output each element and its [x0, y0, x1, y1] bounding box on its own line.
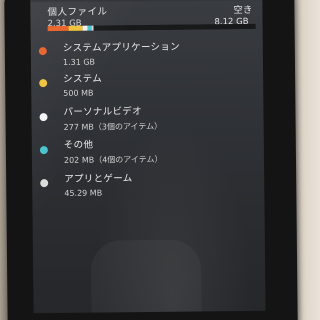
item-size: 202 MB（4個のアイテム）: [63, 154, 163, 165]
screen-reflection: [90, 239, 202, 314]
tablet-device: 個人ファイル 2.31 GB 空き 8.12 GB システムアプリケーション 1…: [4, 0, 298, 320]
item-size: 277 MB（3個のアイテム）: [63, 121, 163, 132]
tablet-screen: 個人ファイル 2.31 GB 空き 8.12 GB システムアプリケーション 1…: [30, 0, 266, 314]
photo: 個人ファイル 2.31 GB 空き 8.12 GB システムアプリケーション 1…: [0, 0, 320, 320]
item-name: システム: [63, 73, 103, 85]
color-dot-icon: [39, 113, 48, 122]
storage-item-system[interactable]: システム 500 MB: [39, 69, 259, 98]
item-size: 45.29 MB: [64, 188, 103, 198]
header-title: 個人ファイル: [47, 6, 108, 19]
color-dot-icon: [39, 146, 48, 155]
storage-segment-system-apps: [47, 25, 69, 32]
storage-item-personal-video[interactable]: パーソナルビデオ 277 MB（3個のアイテム）: [39, 102, 259, 132]
storage-segment-free: [93, 23, 256, 31]
free-space-label: 空き: [233, 4, 253, 17]
storage-usage-bar: [47, 23, 256, 32]
color-dot-icon: [40, 179, 49, 188]
item-name: システムアプリケーション: [62, 41, 180, 54]
item-size: 1.31 GB: [62, 57, 96, 67]
storage-item-apps-games[interactable]: アプリとゲーム 45.29 MB: [40, 169, 260, 198]
color-dot-icon: [39, 79, 48, 88]
item-name: その他: [63, 139, 94, 151]
storage-item-system-apps[interactable]: システムアプリケーション 1.31 GB: [38, 38, 259, 67]
storage-item-other[interactable]: その他 202 MB（4個のアイテム）: [39, 135, 260, 165]
item-name: パーソナルビデオ: [63, 106, 142, 118]
color-dot-icon: [38, 47, 47, 56]
item-name: アプリとゲーム: [64, 173, 133, 185]
item-size: 500 MB: [63, 88, 94, 98]
storage-segment-system: [68, 25, 83, 31]
